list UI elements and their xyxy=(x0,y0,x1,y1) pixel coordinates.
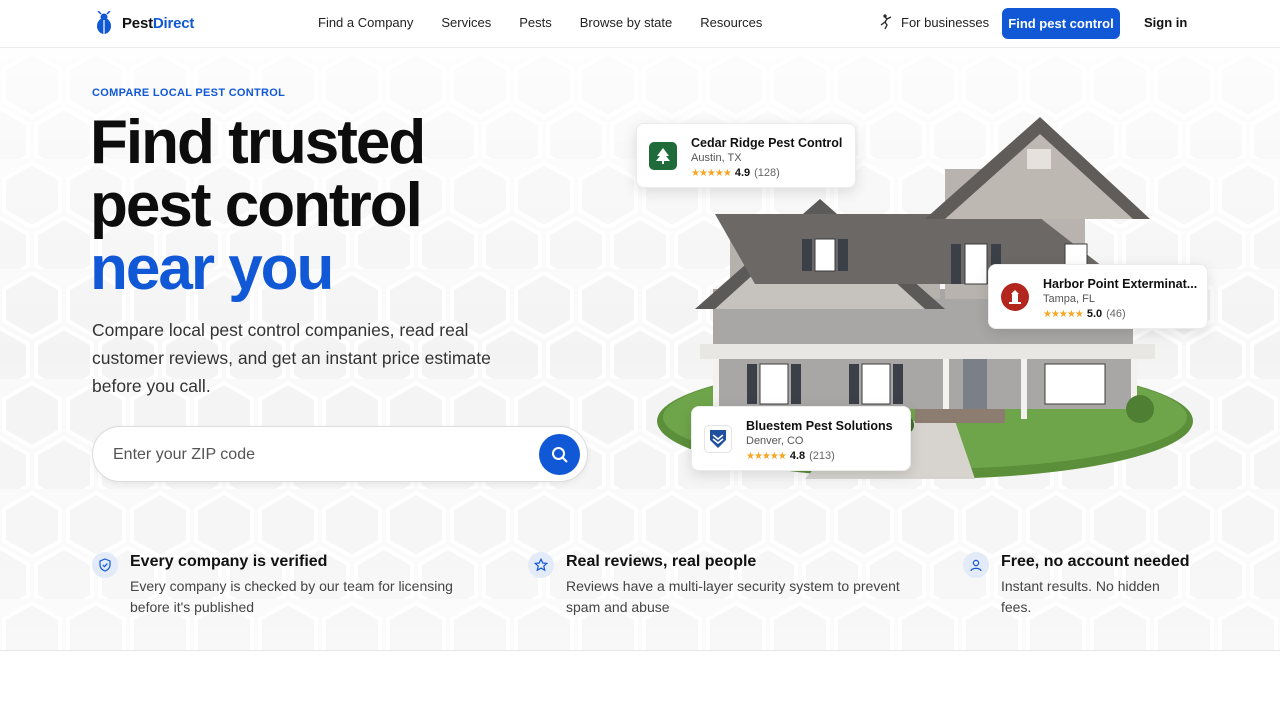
company-card-cedar-ridge[interactable]: Cedar Ridge Pest Control Austin, TX ★★★★… xyxy=(636,123,856,188)
star-icon xyxy=(528,552,554,578)
company-rating: ★★★★★ 4.9 (128) xyxy=(691,167,780,179)
headline-line-2: pest control xyxy=(90,171,423,240)
sign-in-link[interactable]: Sign in xyxy=(1144,15,1187,30)
company-location: Austin, TX xyxy=(691,152,742,164)
rating-score: 5.0 xyxy=(1086,308,1103,320)
lighthouse-icon xyxy=(1001,283,1029,311)
zip-input[interactable] xyxy=(113,441,513,469)
for-businesses-label: For businesses xyxy=(901,14,990,30)
nav-pests[interactable]: Pests xyxy=(519,15,552,30)
house-illustration: Cedar Ridge Pest Control Austin, TX ★★★★… xyxy=(636,109,1208,484)
zip-search-bar xyxy=(92,426,588,482)
company-name: Cedar Ridge Pest Control xyxy=(691,136,843,150)
section-divider xyxy=(0,650,1280,651)
rating-count: (46) xyxy=(1106,308,1126,320)
user-icon xyxy=(963,552,989,578)
for-businesses-link[interactable]: For businesses xyxy=(879,14,989,30)
rating-score: 4.8 xyxy=(789,450,806,462)
nav-services[interactable]: Services xyxy=(441,15,491,30)
rating-count: (128) xyxy=(754,167,780,179)
company-rating: ★★★★★ 4.8 (213) xyxy=(746,450,835,462)
site-header: PestDirect Find a Company Services Pests… xyxy=(0,0,1280,48)
search-button[interactable] xyxy=(539,434,580,475)
company-name: Bluestem Pest Solutions xyxy=(746,419,893,433)
nav-resources[interactable]: Resources xyxy=(700,15,762,30)
company-name: Harbor Point Exterminat... xyxy=(1043,277,1198,291)
headline-line-3: near you xyxy=(90,234,334,303)
logo[interactable]: PestDirect xyxy=(94,11,194,35)
feature-title: Free, no account needed xyxy=(1001,553,1190,570)
hero-headline: Find trusted pest control near you xyxy=(90,111,610,300)
tree-icon xyxy=(649,142,677,170)
rating-stars: ★★★★★ xyxy=(1043,308,1084,320)
chevron-shield-icon xyxy=(704,425,732,453)
company-card-harbor-point[interactable]: Harbor Point Exterminat... Tampa, FL ★★★… xyxy=(988,264,1208,329)
company-rating: ★★★★★ 5.0 (46) xyxy=(1043,308,1126,320)
feature-title: Real reviews, real people xyxy=(566,553,757,570)
nav-find-a-company[interactable]: Find a Company xyxy=(318,15,413,30)
handshake-icon xyxy=(880,14,892,30)
main-nav: Find a Company Services Pests Browse by … xyxy=(318,15,762,30)
nav-browse-by-state[interactable]: Browse by state xyxy=(580,15,673,30)
logo-text: PestDirect xyxy=(122,14,195,32)
feature-description: Instant results. No hidden fees. xyxy=(1001,578,1160,615)
eyebrow-label: COMPARE LOCAL PEST CONTROL xyxy=(92,87,286,99)
rating-stars: ★★★★★ xyxy=(691,167,732,179)
hero-subtext: Compare local pest control companies, re… xyxy=(92,320,491,396)
rating-stars: ★★★★★ xyxy=(746,450,787,462)
company-card-bluestem[interactable]: Bluestem Pest Solutions Denver, CO ★★★★★… xyxy=(691,406,911,471)
hero-section: COMPARE LOCAL PEST CONTROL Find trusted … xyxy=(0,49,1280,650)
feature-description: Every company is checked by our team for… xyxy=(130,578,453,615)
shield-check-icon xyxy=(92,552,118,578)
company-location: Denver, CO xyxy=(746,435,804,447)
feature-title: Every company is verified xyxy=(130,553,328,570)
bug-logo-icon xyxy=(97,11,111,34)
rating-score: 4.9 xyxy=(734,167,751,179)
search-icon xyxy=(551,446,568,463)
rating-count: (213) xyxy=(809,450,835,462)
find-pest-control-button[interactable]: Find pest control xyxy=(1002,8,1120,39)
feature-description: Reviews have a multi-layer security syst… xyxy=(566,578,900,615)
headline-line-1: Find trusted xyxy=(90,108,426,177)
company-location: Tampa, FL xyxy=(1043,293,1095,305)
